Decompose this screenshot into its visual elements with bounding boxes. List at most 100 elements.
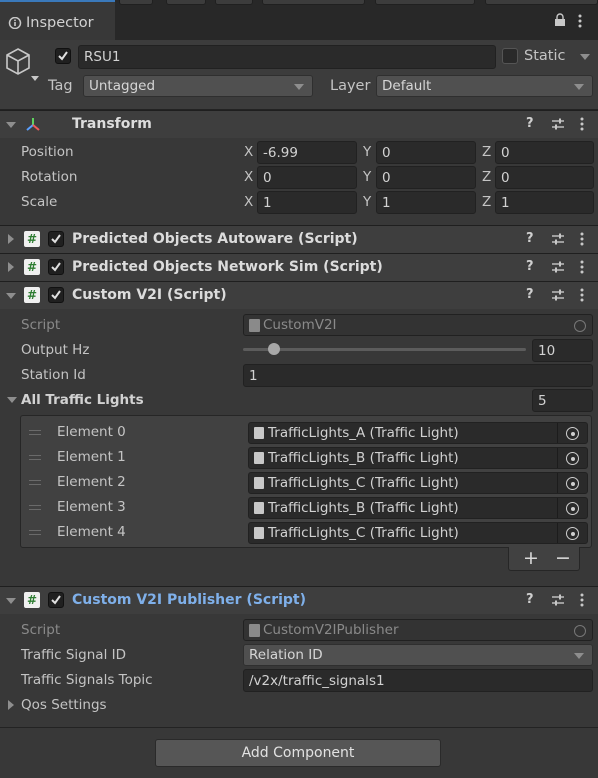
tab-inspector[interactable]: Inspector — [0, 0, 115, 40]
add-component-button[interactable]: Add Component — [155, 739, 441, 767]
all-traffic-lights-label[interactable]: All Traffic Lights — [21, 392, 144, 408]
toolbar-button[interactable] — [485, 0, 598, 5]
element-label: Element 2 — [57, 474, 126, 490]
element-object-field[interactable]: TrafficLights_C (Traffic Light) — [248, 522, 588, 544]
script-hash-icon: # — [24, 231, 40, 247]
y-label: Y — [363, 169, 372, 185]
remove-element-button[interactable]: − — [555, 547, 571, 569]
tab-bar: Inspector — [0, 0, 598, 40]
element-object-field[interactable]: TrafficLights_B (Traffic Light) — [248, 447, 588, 469]
position-y-input[interactable]: 0 — [376, 141, 476, 164]
more-icon[interactable] — [580, 232, 584, 246]
drag-handle-icon[interactable] — [29, 505, 41, 510]
rotation-x-input[interactable]: 0 — [257, 166, 357, 189]
element-object-field[interactable]: TrafficLights_B (Traffic Light) — [248, 497, 588, 519]
drag-handle-icon[interactable] — [29, 455, 41, 460]
foldout-arrow-icon[interactable] — [8, 262, 14, 272]
more-icon[interactable] — [580, 288, 584, 302]
rotation-z-input[interactable]: 0 — [495, 166, 594, 189]
tag-label: Tag — [48, 78, 73, 94]
toolbar-button[interactable] — [119, 0, 153, 5]
foldout-arrow-icon[interactable] — [8, 234, 14, 244]
script-file-icon — [249, 624, 260, 637]
object-name-input[interactable]: RSU1 — [78, 45, 496, 69]
add-element-button[interactable]: + — [523, 547, 539, 569]
output-hz-slider-thumb[interactable] — [268, 343, 281, 355]
position-z-input[interactable]: 0 — [495, 141, 594, 164]
layer-dropdown[interactable]: Default — [376, 75, 593, 97]
component-enabled-checkbox[interactable] — [48, 259, 64, 275]
script-file-icon — [254, 427, 264, 439]
foldout-arrow-icon[interactable] — [7, 397, 17, 403]
static-checkbox[interactable] — [502, 48, 518, 64]
scale-z-input[interactable]: 1 — [495, 191, 594, 214]
active-checkbox[interactable] — [55, 48, 71, 64]
component-enabled-checkbox[interactable] — [48, 231, 64, 247]
toolbar-button[interactable] — [166, 0, 206, 5]
drag-handle-icon[interactable] — [29, 430, 41, 435]
publisher-component-header[interactable]: # Custom V2I Publisher (Script) ? — [0, 586, 598, 614]
transform-body: Position X -6.99 Y 0 Z 0 Rotation X 0 Y … — [0, 138, 598, 224]
tag-dropdown[interactable]: Untagged — [83, 75, 313, 97]
more-icon[interactable] — [580, 260, 584, 274]
scale-x-input[interactable]: 1 — [257, 191, 357, 214]
netsim-component-header[interactable]: # Predicted Objects Network Sim (Script)… — [0, 253, 598, 281]
z-label: Z — [482, 169, 492, 185]
object-picker-button[interactable] — [557, 423, 587, 443]
lock-icon[interactable] — [554, 13, 566, 27]
help-icon[interactable]: ? — [526, 592, 534, 607]
list-item: Element 0 TrafficLights_A (Traffic Light… — [21, 421, 591, 445]
element-value: TrafficLights_C (Traffic Light) — [268, 525, 459, 541]
element-object-field[interactable]: TrafficLights_C (Traffic Light) — [248, 472, 588, 494]
scale-y-input[interactable]: 1 — [376, 191, 476, 214]
element-object-field[interactable]: TrafficLights_A (Traffic Light) — [248, 422, 588, 444]
preset-sliders-icon[interactable] — [551, 260, 565, 274]
list-item: Element 1 TrafficLights_B (Traffic Light… — [21, 446, 591, 470]
output-hz-input[interactable]: 10 — [532, 339, 593, 362]
help-icon[interactable]: ? — [526, 116, 534, 131]
script-hash-icon: # — [24, 259, 40, 275]
foldout-arrow-icon[interactable] — [6, 293, 16, 299]
x-label: X — [244, 169, 254, 185]
output-hz-slider-track[interactable] — [243, 348, 526, 351]
help-icon[interactable]: ? — [526, 231, 534, 246]
more-icon[interactable] — [578, 14, 582, 28]
object-picker-button[interactable] — [557, 498, 587, 518]
element-value: TrafficLights_C (Traffic Light) — [268, 475, 459, 491]
preset-sliders-icon[interactable] — [551, 232, 565, 246]
component-enabled-checkbox[interactable] — [48, 287, 64, 303]
traffic-signal-id-dropdown[interactable]: Relation ID — [243, 644, 593, 666]
v2i-component-header[interactable]: # Custom V2I (Script) ? — [0, 281, 598, 309]
foldout-arrow-icon[interactable] — [6, 598, 16, 604]
rotation-y-input[interactable]: 0 — [376, 166, 476, 189]
more-icon[interactable] — [580, 593, 584, 607]
station-id-input[interactable]: 1 — [243, 364, 593, 387]
toolbar-button[interactable] — [375, 0, 475, 5]
drag-handle-icon[interactable] — [29, 480, 41, 485]
preset-sliders-icon[interactable] — [551, 117, 565, 131]
static-dropdown-arrow[interactable] — [580, 54, 590, 60]
help-icon[interactable]: ? — [526, 259, 534, 274]
preset-sliders-icon[interactable] — [551, 593, 565, 607]
chevron-down-icon — [294, 84, 304, 90]
toolbar-button[interactable] — [215, 0, 253, 5]
traffic-signals-topic-input[interactable]: /v2x/traffic_signals1 — [243, 669, 593, 692]
script-file-icon — [254, 527, 264, 539]
object-picker-button[interactable] — [557, 448, 587, 468]
foldout-arrow-icon[interactable] — [6, 122, 16, 128]
component-enabled-checkbox[interactable] — [48, 592, 64, 608]
foldout-arrow-icon[interactable] — [8, 700, 14, 710]
position-x-input[interactable]: -6.99 — [257, 141, 357, 164]
preset-sliders-icon[interactable] — [551, 288, 565, 302]
traffic-lights-size-input[interactable]: 5 — [532, 389, 593, 412]
drag-handle-icon[interactable] — [29, 530, 41, 535]
list-item: Element 2 TrafficLights_C (Traffic Light… — [21, 471, 591, 495]
toolbar-button[interactable] — [262, 0, 365, 5]
help-icon[interactable]: ? — [526, 287, 534, 302]
transform-header[interactable]: Transform ? — [0, 110, 598, 138]
object-picker-button[interactable] — [557, 523, 587, 543]
object-picker-button[interactable] — [557, 473, 587, 493]
more-icon[interactable] — [580, 117, 584, 131]
autoware-component-header[interactable]: # Predicted Objects Autoware (Script) ? — [0, 225, 598, 253]
qos-settings-foldout[interactable]: Qos Settings — [21, 697, 107, 713]
